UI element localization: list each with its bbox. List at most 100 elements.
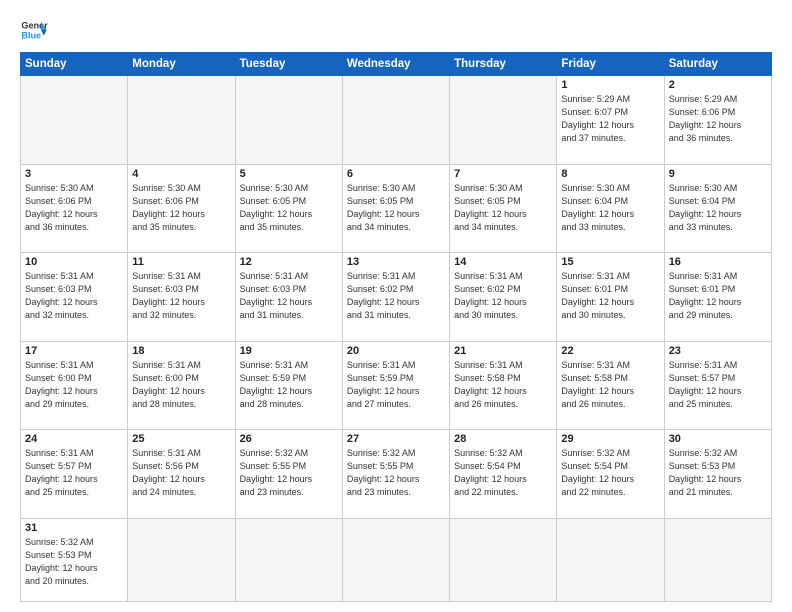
day-info: Sunrise: 5:29 AMSunset: 6:07 PMDaylight:… xyxy=(561,93,659,145)
day-number: 1 xyxy=(561,79,659,91)
calendar-cell xyxy=(664,518,771,601)
calendar-cell: 19 Sunrise: 5:31 AMSunset: 5:59 PMDayligh… xyxy=(235,341,342,430)
day-number: 18 xyxy=(132,345,230,357)
day-info: Sunrise: 5:30 AMSunset: 6:06 PMDaylight:… xyxy=(25,182,123,234)
calendar-cell xyxy=(557,518,664,601)
day-number: 17 xyxy=(25,345,123,357)
day-info: Sunrise: 5:30 AMSunset: 6:04 PMDaylight:… xyxy=(561,182,659,234)
day-number: 7 xyxy=(454,168,552,180)
day-number: 29 xyxy=(561,433,659,445)
day-number: 3 xyxy=(25,168,123,180)
col-header-tuesday: Tuesday xyxy=(235,53,342,76)
day-info: Sunrise: 5:31 AMSunset: 6:00 PMDaylight:… xyxy=(25,359,123,411)
day-info: Sunrise: 5:30 AMSunset: 6:04 PMDaylight:… xyxy=(669,182,767,234)
header: General Blue xyxy=(20,16,772,44)
logo: General Blue xyxy=(20,16,48,44)
day-info: Sunrise: 5:31 AMSunset: 5:59 PMDaylight:… xyxy=(347,359,445,411)
day-info: Sunrise: 5:31 AMSunset: 6:03 PMDaylight:… xyxy=(132,270,230,322)
day-number: 5 xyxy=(240,168,338,180)
col-header-saturday: Saturday xyxy=(664,53,771,76)
day-number: 19 xyxy=(240,345,338,357)
col-header-monday: Monday xyxy=(128,53,235,76)
day-info: Sunrise: 5:32 AMSunset: 5:54 PMDaylight:… xyxy=(454,447,552,499)
day-info: Sunrise: 5:31 AMSunset: 6:03 PMDaylight:… xyxy=(25,270,123,322)
calendar-cell: 15 Sunrise: 5:31 AMSunset: 6:01 PMDayligh… xyxy=(557,253,664,342)
day-number: 15 xyxy=(561,256,659,268)
day-info: Sunrise: 5:31 AMSunset: 5:58 PMDaylight:… xyxy=(454,359,552,411)
day-number: 8 xyxy=(561,168,659,180)
calendar-cell: 2 Sunrise: 5:29 AMSunset: 6:06 PMDaylight… xyxy=(664,76,771,165)
day-info: Sunrise: 5:32 AMSunset: 5:54 PMDaylight:… xyxy=(561,447,659,499)
day-number: 20 xyxy=(347,345,445,357)
day-info: Sunrise: 5:31 AMSunset: 6:01 PMDaylight:… xyxy=(561,270,659,322)
day-number: 12 xyxy=(240,256,338,268)
day-number: 4 xyxy=(132,168,230,180)
day-info: Sunrise: 5:31 AMSunset: 6:01 PMDaylight:… xyxy=(669,270,767,322)
calendar-cell: 29 Sunrise: 5:32 AMSunset: 5:54 PMDayligh… xyxy=(557,430,664,519)
calendar-cell: 4 Sunrise: 5:30 AMSunset: 6:06 PMDaylight… xyxy=(128,164,235,253)
day-number: 6 xyxy=(347,168,445,180)
calendar-cell: 21 Sunrise: 5:31 AMSunset: 5:58 PMDayligh… xyxy=(450,341,557,430)
calendar-cell xyxy=(128,76,235,165)
col-header-wednesday: Wednesday xyxy=(342,53,449,76)
calendar-cell: 14Sunrise: 5:31 AMSunset: 6:02 PMDayligh… xyxy=(450,253,557,342)
day-info: Sunrise: 5:31 AMSunset: 6:03 PMDaylight:… xyxy=(240,270,338,322)
day-info: Sunrise: 5:32 AMSunset: 5:53 PMDaylight:… xyxy=(25,536,123,588)
calendar-cell: 17 Sunrise: 5:31 AMSunset: 6:00 PMDayligh… xyxy=(21,341,128,430)
day-info: Sunrise: 5:29 AMSunset: 6:06 PMDaylight:… xyxy=(669,93,767,145)
calendar-cell: 16 Sunrise: 5:31 AMSunset: 6:01 PMDayligh… xyxy=(664,253,771,342)
calendar-cell: 25Sunrise: 5:31 AMSunset: 5:56 PMDayligh… xyxy=(128,430,235,519)
calendar-cell: 13 Sunrise: 5:31 AMSunset: 6:02 PMDayligh… xyxy=(342,253,449,342)
logo-icon: General Blue xyxy=(20,16,48,44)
calendar-cell: 31 Sunrise: 5:32 AMSunset: 5:53 PMDayligh… xyxy=(21,518,128,601)
day-number: 9 xyxy=(669,168,767,180)
calendar-cell: 24Sunrise: 5:31 AMSunset: 5:57 PMDayligh… xyxy=(21,430,128,519)
day-info: Sunrise: 5:31 AMSunset: 5:57 PMDaylight:… xyxy=(25,447,123,499)
calendar-cell xyxy=(450,518,557,601)
calendar-cell: 20 Sunrise: 5:31 AMSunset: 5:59 PMDayligh… xyxy=(342,341,449,430)
day-number: 10 xyxy=(25,256,123,268)
day-number: 21 xyxy=(454,345,552,357)
day-number: 14 xyxy=(454,256,552,268)
day-number: 16 xyxy=(669,256,767,268)
calendar-cell: 6 Sunrise: 5:30 AMSunset: 6:05 PMDaylight… xyxy=(342,164,449,253)
day-info: Sunrise: 5:30 AMSunset: 6:05 PMDaylight:… xyxy=(240,182,338,234)
day-info: Sunrise: 5:30 AMSunset: 6:05 PMDaylight:… xyxy=(347,182,445,234)
day-info: Sunrise: 5:31 AMSunset: 5:59 PMDaylight:… xyxy=(240,359,338,411)
calendar-cell: 11Sunrise: 5:31 AMSunset: 6:03 PMDayligh… xyxy=(128,253,235,342)
day-number: 22 xyxy=(561,345,659,357)
calendar-cell: 3 Sunrise: 5:30 AMSunset: 6:06 PMDaylight… xyxy=(21,164,128,253)
day-info: Sunrise: 5:32 AMSunset: 5:55 PMDaylight:… xyxy=(347,447,445,499)
svg-text:Blue: Blue xyxy=(21,30,41,40)
calendar-cell: 28 Sunrise: 5:32 AMSunset: 5:54 PMDayligh… xyxy=(450,430,557,519)
calendar-cell xyxy=(21,76,128,165)
day-info: Sunrise: 5:31 AMSunset: 6:00 PMDaylight:… xyxy=(132,359,230,411)
day-info: Sunrise: 5:32 AMSunset: 5:55 PMDaylight:… xyxy=(240,447,338,499)
calendar-cell: 5 Sunrise: 5:30 AMSunset: 6:05 PMDaylight… xyxy=(235,164,342,253)
calendar-cell: 30Sunrise: 5:32 AMSunset: 5:53 PMDayligh… xyxy=(664,430,771,519)
day-info: Sunrise: 5:31 AMSunset: 5:58 PMDaylight:… xyxy=(561,359,659,411)
day-info: Sunrise: 5:32 AMSunset: 5:53 PMDaylight:… xyxy=(669,447,767,499)
calendar-cell: 7Sunrise: 5:30 AMSunset: 6:05 PMDaylight… xyxy=(450,164,557,253)
calendar-cell xyxy=(342,76,449,165)
calendar-cell: 27 Sunrise: 5:32 AMSunset: 5:55 PMDayligh… xyxy=(342,430,449,519)
calendar-cell xyxy=(450,76,557,165)
calendar-cell: 23Sunrise: 5:31 AMSunset: 5:57 PMDayligh… xyxy=(664,341,771,430)
calendar-table: SundayMondayTuesdayWednesdayThursdayFrid… xyxy=(20,52,772,602)
day-number: 13 xyxy=(347,256,445,268)
day-info: Sunrise: 5:31 AMSunset: 5:56 PMDaylight:… xyxy=(132,447,230,499)
day-info: Sunrise: 5:30 AMSunset: 6:06 PMDaylight:… xyxy=(132,182,230,234)
page: General Blue SundayMondayTuesdayWednesda… xyxy=(0,0,792,612)
day-info: Sunrise: 5:31 AMSunset: 6:02 PMDaylight:… xyxy=(347,270,445,322)
day-number: 2 xyxy=(669,79,767,91)
calendar-cell xyxy=(235,518,342,601)
day-number: 27 xyxy=(347,433,445,445)
day-number: 26 xyxy=(240,433,338,445)
calendar-cell xyxy=(235,76,342,165)
calendar-cell: 12 Sunrise: 5:31 AMSunset: 6:03 PMDayligh… xyxy=(235,253,342,342)
day-number: 23 xyxy=(669,345,767,357)
col-header-friday: Friday xyxy=(557,53,664,76)
day-number: 31 xyxy=(25,522,123,534)
calendar-cell xyxy=(128,518,235,601)
day-number: 28 xyxy=(454,433,552,445)
